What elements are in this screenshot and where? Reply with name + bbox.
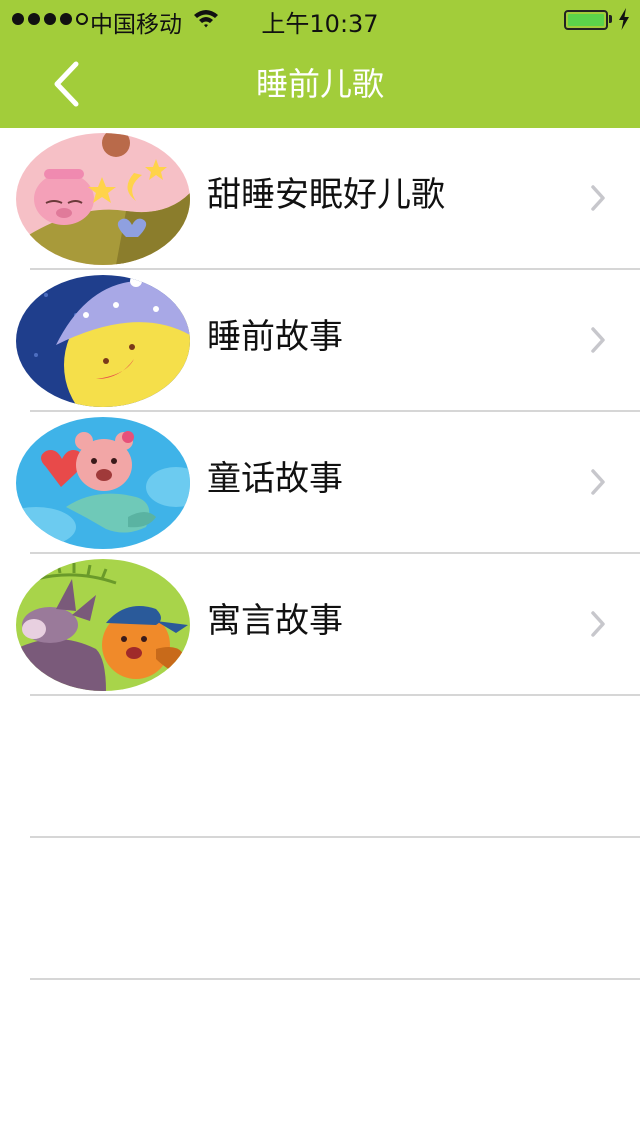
list-item[interactable]: 寓言故事 [0,554,640,696]
mermaid-bear-thumbnail [16,417,190,549]
sleeping-pig-image [16,133,190,265]
category-list: 甜睡安眠好儿歌 睡前故事 童话故事 寓言故事 [0,128,640,980]
row-separator [30,978,640,980]
list-item[interactable]: 睡前故事 [0,270,640,412]
list-item[interactable]: 童话故事 [0,412,640,554]
battery-tip [609,15,612,23]
page-title: 睡前儿歌 [255,65,384,103]
empty-row [0,696,640,838]
header: 中国移动 上午10:37 睡前儿歌 [0,0,640,128]
sleepy-moon-thumbnail [16,275,190,407]
status-bar: 中国移动 上午10:37 [0,0,640,40]
chevron-right-icon [591,185,605,211]
clock: 上午10:37 [261,10,379,38]
list-item[interactable]: 甜睡安眠好儿歌 [0,128,640,270]
donkey-squirrel-thumbnail [16,559,190,691]
charging-icon [619,8,629,30]
list-item-label: 睡前故事 [207,317,343,357]
battery-level [568,14,604,26]
list-item-label: 甜睡安眠好儿歌 [207,175,445,215]
chevron-right-icon [591,469,605,495]
mermaid-bear-image [16,417,190,549]
sleepy-moon-image [16,275,190,407]
navigation-bar: 睡前儿歌 [0,40,640,128]
chevron-right-icon [591,611,605,637]
list-item-label: 童话故事 [207,459,343,499]
donkey-squirrel-image [16,559,190,691]
battery-icon [564,10,608,30]
chevron-right-icon [591,327,605,353]
empty-row [0,838,640,980]
sleeping-pig-thumbnail [16,133,190,265]
list-item-label: 寓言故事 [207,601,343,641]
